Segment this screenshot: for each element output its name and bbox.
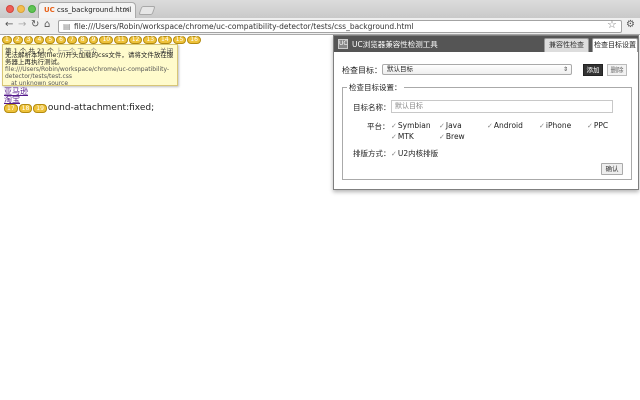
popup-message: 无法解析本地(file://)开头加载的css文件，请将文件放在服务器上再执行测… bbox=[5, 51, 174, 66]
settings-wrench-icon[interactable]: ⚙ bbox=[626, 19, 635, 30]
issue-badge[interactable]: 4 bbox=[34, 36, 45, 44]
checkmark-icon: ✓ bbox=[391, 133, 397, 141]
target-select-value: 默认目标 bbox=[387, 65, 413, 73]
issue-badge[interactable]: 7 bbox=[66, 36, 77, 44]
tab-close-icon[interactable]: × bbox=[123, 5, 130, 14]
issue-badge[interactable]: 2 bbox=[12, 36, 23, 44]
window-maximize-button[interactable] bbox=[28, 5, 36, 13]
back-icon[interactable]: ← bbox=[5, 19, 13, 30]
platform-checkbox-android[interactable]: ✓Android bbox=[487, 121, 523, 130]
fieldset-legend: 检查目标设置： bbox=[347, 82, 404, 93]
issue-badge[interactable]: 6 bbox=[56, 36, 66, 44]
platform-checkbox-java[interactable]: ✓Java bbox=[439, 121, 462, 130]
tab-strip: UC css_background.html × bbox=[0, 0, 640, 18]
target-settings-fieldset: 检查目标设置： 目标名称： 默认目标 平台： ✓Symbian ✓Java ✓A… bbox=[342, 82, 632, 180]
target-name-label: 目标名称： bbox=[353, 103, 391, 112]
issue-badge[interactable]: 14 bbox=[158, 36, 172, 44]
tab-target-settings[interactable]: 检查目标设置 bbox=[592, 38, 638, 52]
panel-title: UC浏览器兼容性检测工具 bbox=[352, 40, 438, 49]
window-close-button[interactable] bbox=[6, 5, 14, 13]
tab-compat-check[interactable]: 兼容性检查 bbox=[544, 38, 589, 52]
browser-toolbar: ← → ↻ ⌂ ▤ file:///Users/Robin/workspace/… bbox=[0, 18, 640, 35]
panel-header: UC UC浏览器兼容性检测工具 兼容性检查 检查目标设置 bbox=[334, 36, 638, 52]
issue-badge[interactable]: 9 bbox=[88, 36, 99, 44]
add-target-button[interactable]: 添加 bbox=[583, 64, 603, 76]
issue-badge[interactable]: 12 bbox=[128, 36, 143, 44]
platform-checkbox-ppc[interactable]: ✓PPC bbox=[587, 121, 608, 130]
platform-checkbox-brew[interactable]: ✓Brew bbox=[439, 132, 465, 141]
platform-checkbox-iphone[interactable]: ✓iPhone bbox=[539, 121, 571, 130]
issue-badge[interactable]: 10 bbox=[99, 36, 114, 44]
tab-title: css_background.html bbox=[57, 6, 132, 14]
layout-checkbox-u2[interactable]: ✓U2内核排版 bbox=[391, 148, 438, 159]
bookmark-star-icon[interactable]: ☆ bbox=[607, 18, 617, 31]
forward-icon[interactable]: → bbox=[18, 19, 26, 30]
page-icon: ▤ bbox=[63, 22, 71, 31]
inline-badge-group: 17 18 19 ound-attachment:fixed; bbox=[4, 103, 154, 113]
home-icon[interactable]: ⌂ bbox=[44, 19, 50, 30]
uc-logo-icon: UC bbox=[338, 39, 348, 49]
issue-badge[interactable]: 15 bbox=[172, 36, 187, 44]
address-bar[interactable]: ▤ file:///Users/Robin/workspace/chrome/u… bbox=[58, 20, 622, 33]
issue-badge[interactable]: 1 bbox=[2, 36, 12, 44]
confirm-button[interactable]: 确认 bbox=[601, 163, 623, 175]
checkmark-icon: ✓ bbox=[539, 122, 545, 130]
issue-badge[interactable]: 13 bbox=[143, 36, 158, 44]
issue-badge[interactable]: 3 bbox=[23, 36, 34, 44]
reload-icon[interactable]: ↻ bbox=[31, 19, 39, 30]
window-minimize-button[interactable] bbox=[17, 5, 25, 13]
issue-badge[interactable]: 8 bbox=[77, 36, 88, 44]
issue-badge[interactable]: 5 bbox=[45, 36, 56, 44]
target-select[interactable]: 默认目标 ⇕ bbox=[382, 64, 572, 75]
layout-label: 排版方式： bbox=[353, 149, 391, 158]
checkmark-icon: ✓ bbox=[487, 122, 493, 130]
platform-checkbox-mtk[interactable]: ✓MTK bbox=[391, 132, 414, 141]
uc-favicon-icon: UC bbox=[44, 6, 55, 14]
checkmark-icon: ✓ bbox=[439, 133, 445, 141]
target-label: 检查目标： bbox=[342, 66, 382, 75]
checkmark-icon: ✓ bbox=[391, 122, 397, 130]
issue-badge[interactable]: 11 bbox=[114, 36, 128, 44]
popup-file-path: file:///Users/Robin/workspace/chrome/uc-… bbox=[5, 66, 170, 80]
checkmark-icon: ✓ bbox=[391, 150, 397, 158]
background-attachment-text: ound-attachment:fixed; bbox=[47, 103, 155, 113]
select-arrows-icon: ⇕ bbox=[562, 66, 568, 73]
checkmark-icon: ✓ bbox=[439, 122, 445, 130]
platform-checkbox-symbian[interactable]: ✓Symbian bbox=[391, 121, 431, 130]
uc-detector-panel: UC UC浏览器兼容性检测工具 兼容性检查 检查目标设置 检查目标： 默认目标 … bbox=[333, 35, 639, 190]
new-tab-button[interactable] bbox=[138, 6, 156, 15]
issue-badge[interactable]: 17 bbox=[4, 103, 18, 113]
checkmark-icon: ✓ bbox=[587, 122, 593, 130]
delete-target-button[interactable]: 删除 bbox=[607, 64, 627, 76]
platform-label: 平台： bbox=[367, 122, 390, 131]
issue-badge[interactable]: 19 bbox=[33, 103, 47, 113]
target-name-input[interactable]: 默认目标 bbox=[391, 100, 613, 113]
issue-badge[interactable]: 18 bbox=[18, 103, 33, 113]
browser-tab[interactable]: UC css_background.html × bbox=[38, 2, 136, 18]
issue-popup: 第 1 个 共 21 个 上一个 下一个 关闭 无法解析本地(file://)开… bbox=[2, 44, 178, 87]
url-text[interactable]: file:///Users/Robin/workspace/chrome/uc-… bbox=[74, 22, 414, 31]
issue-badge[interactable]: 16 bbox=[187, 36, 201, 44]
issue-badge-row: 1 2 3 4 5 6 7 8 9 10 11 12 13 14 15 16 bbox=[2, 36, 202, 44]
